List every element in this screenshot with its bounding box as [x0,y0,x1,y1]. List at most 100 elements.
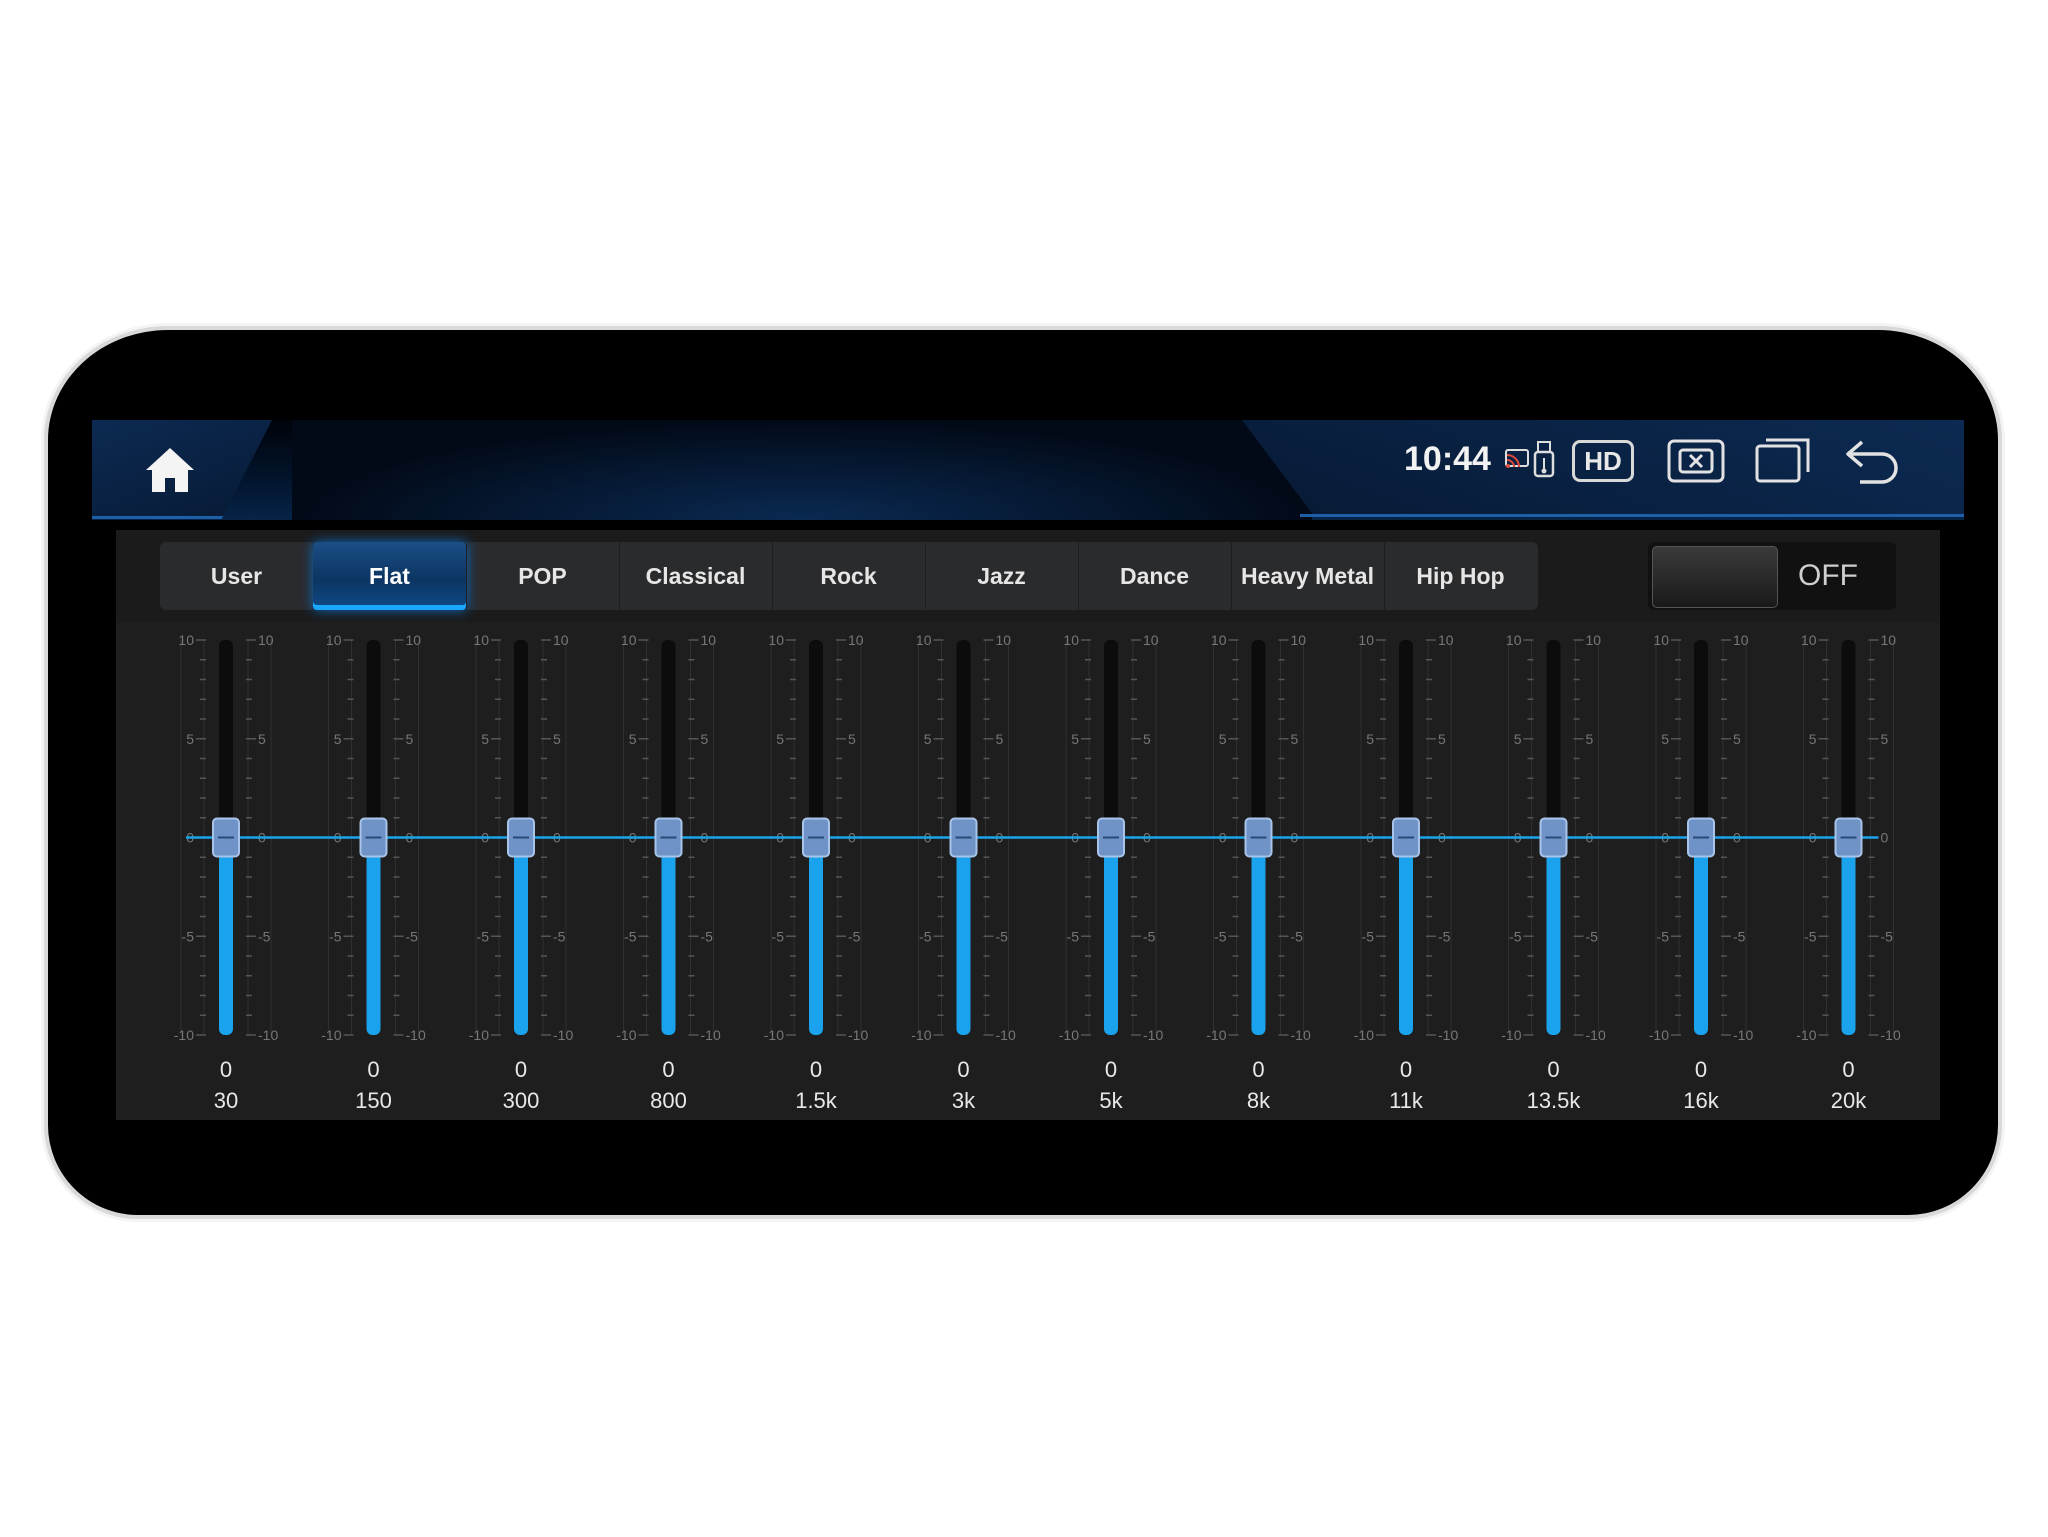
top-bar: 10:44 HD [92,420,1964,520]
slider-fill [1399,837,1413,1035]
preset-flat[interactable]: Flat [313,542,467,610]
scale-label: 10 [1291,632,1307,648]
preset-classical[interactable]: Classical [619,542,773,610]
scale-label: -10 [469,1027,489,1043]
scale-label: 10 [701,632,717,648]
scale-label: 10 [553,632,569,648]
toggle-knob[interactable] [1652,546,1778,608]
back-icon[interactable] [1844,436,1902,491]
slider-fill [956,837,971,1035]
scale-label: -10 [848,1027,868,1043]
hd-badge[interactable]: HD [1572,440,1634,482]
scale-label: 5 [1143,731,1151,747]
preset-hip-hop[interactable]: Hip Hop [1384,542,1537,610]
band-value: 0 [515,1057,527,1082]
scale-label: -5 [1657,928,1670,944]
scale-label: 10 [848,632,864,648]
scale-label: -5 [1291,928,1304,944]
scale-label: -5 [848,928,861,944]
band-frequency: 8k [1247,1088,1271,1113]
scale-label: 5 [1514,731,1522,747]
band-value: 0 [1105,1057,1117,1082]
scale-label: 10 [1653,632,1669,648]
slider-fill [809,837,823,1035]
band-value: 0 [1400,1057,1412,1082]
band-value: 0 [662,1057,674,1082]
scale-label: 10 [258,632,274,648]
scale-label: -5 [1733,928,1746,944]
status-underline [1300,514,1964,517]
band-value: 0 [367,1057,379,1082]
scale-label: 0 [1881,830,1889,846]
scale-label: 5 [1881,731,1889,747]
scale-label: 5 [1291,731,1299,747]
band-value: 0 [1695,1057,1707,1082]
band-frequency: 300 [503,1088,540,1113]
scale-label: 5 [1733,731,1741,747]
band-value: 0 [1842,1057,1854,1082]
scale-label: -10 [1059,1027,1079,1043]
scale-label: -10 [406,1027,426,1043]
scale-label: 5 [1586,731,1594,747]
preset-dance[interactable]: Dance [1078,542,1232,610]
scale-label: -5 [1509,928,1522,944]
scale-label: -5 [1143,928,1156,944]
band-frequency: 20k [1831,1088,1867,1113]
scale-label: -10 [701,1027,721,1043]
slider-fill [1546,837,1561,1035]
equalizer-sliders: 10 10 5 5 0 0 -5 -5 -10 -10 10 10 5 5 0 0 -5 -5 -10 -10 10 10… [174,632,1901,1113]
band-frequency: 30 [214,1088,238,1113]
scale-label: -10 [1586,1027,1606,1043]
scale-label: -10 [1501,1027,1521,1043]
scale-label: 5 [848,731,856,747]
scale-label: 5 [1219,731,1227,747]
scale-label: 5 [553,731,561,747]
scale-label: -10 [1354,1027,1374,1043]
scale-label: 10 [1733,632,1749,648]
band-frequency: 16k [1683,1088,1719,1113]
scale-label: 10 [1801,632,1817,648]
preset-pop[interactable]: POP [466,542,620,610]
slider-fill [1694,837,1708,1035]
band-value: 0 [1252,1057,1264,1082]
scale-label: -10 [1733,1027,1753,1043]
scale-label: 10 [1881,632,1897,648]
scale-label: 5 [1661,731,1669,747]
preset-jazz[interactable]: Jazz [925,542,1079,610]
scale-label: 5 [629,731,637,747]
scale-label: 5 [1438,731,1446,747]
recent-apps-icon[interactable] [1754,436,1812,489]
scale-label: 10 [326,632,342,648]
scale-label: 10 [996,632,1012,648]
slider-fill [514,837,528,1035]
scale-label: -10 [996,1027,1016,1043]
scale-label: 5 [334,731,342,747]
scale-label: -10 [764,1027,784,1043]
preset-user[interactable]: User [160,542,314,610]
scale-label: -10 [1796,1027,1816,1043]
band-frequency: 3k [952,1088,976,1113]
scale-label: 5 [1366,731,1374,747]
preset-rock[interactable]: Rock [772,542,926,610]
scale-label: 10 [1586,632,1602,648]
preset-heavy-metal[interactable]: Heavy Metal [1231,542,1385,610]
head-unit-screen: 10:44 HD User Flat POP Classical Rock Ja… [92,420,1964,1120]
scale-label: -5 [1214,928,1227,944]
close-app-icon[interactable] [1666,438,1726,489]
eq-toggle[interactable]: OFF [1648,542,1896,610]
scale-label: -5 [406,928,419,944]
scale-label: 10 [1438,632,1454,648]
scale-label: -5 [1804,928,1817,944]
scale-label: -5 [1586,928,1599,944]
scale-label: -10 [616,1027,636,1043]
band-value: 0 [810,1057,822,1082]
slider-fill [1104,837,1118,1035]
equalizer-panel: User Flat POP Classical Rock Jazz Dance Heavy M… [116,530,1940,1120]
scale-label: -10 [1291,1027,1311,1043]
scale-label: -10 [911,1027,931,1043]
scale-label: -10 [174,1027,194,1043]
home-icon[interactable] [142,442,198,498]
scale-label: -10 [553,1027,573,1043]
scale-label: 10 [473,632,489,648]
equalizer-area: 10 10 5 5 0 0 -5 -5 -10 -10 10 10 5 5 0 0 -5 -5 -10 -10 10 10… [116,622,1940,1120]
